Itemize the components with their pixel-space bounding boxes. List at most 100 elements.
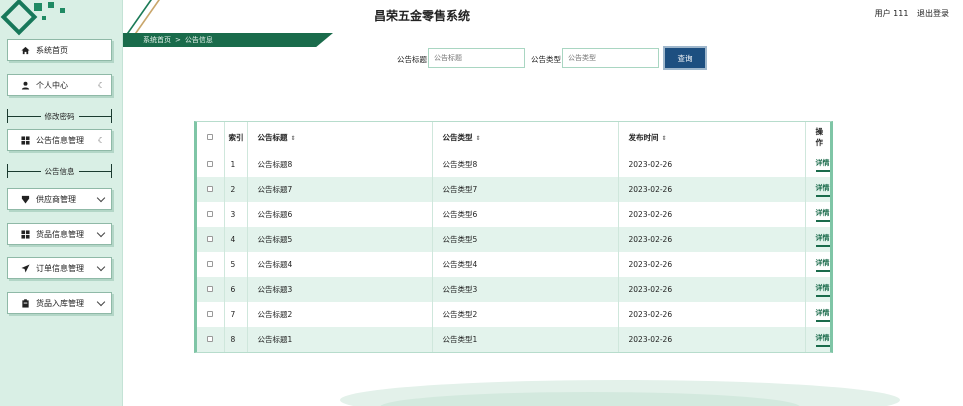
row-select[interactable]: [197, 152, 225, 177]
sidebar-subitem-label: 公告信息: [40, 165, 79, 177]
column-header-type[interactable]: 公告类型 ⇕: [432, 122, 619, 152]
sidebar-item-supplier[interactable]: 供应商管理: [7, 188, 112, 210]
cell-title: 公告标题4: [247, 252, 433, 277]
chevron-down-icon: [96, 262, 106, 272]
checkbox[interactable]: [207, 161, 213, 167]
search-title-input[interactable]: [428, 48, 525, 68]
table-row: 6 公告标题3 公告类型3 2023-02-26 详情: [197, 277, 830, 302]
sidebar-item-label: 系统首页: [36, 45, 68, 55]
detail-button[interactable]: 详情: [815, 208, 830, 222]
search-button[interactable]: 查询: [665, 48, 705, 68]
logout-link[interactable]: 退出登录: [917, 9, 949, 18]
cell-index: 1: [224, 152, 248, 177]
table-row: 7 公告标题2 公告类型2 2023-02-26 详情: [197, 302, 830, 327]
divider: [111, 109, 112, 123]
sidebar-item-profile[interactable]: 个人中心 ☾: [7, 74, 112, 96]
collapse-icon: ☾: [97, 81, 105, 90]
table-row: 8 公告标题1 公告类型1 2023-02-26 详情: [197, 327, 830, 352]
cell-type: 公告类型8: [432, 152, 619, 177]
checkbox[interactable]: [207, 261, 213, 267]
table-row: 5 公告标题4 公告类型4 2023-02-26 详情: [197, 252, 830, 277]
column-header-time-label: 发布时间: [628, 132, 659, 142]
cell-action: 详情: [805, 202, 830, 227]
detail-button[interactable]: 详情: [815, 233, 830, 247]
cell-type: 公告类型7: [432, 177, 619, 202]
detail-button[interactable]: 详情: [815, 308, 830, 322]
sidebar: 系统首页 个人中心 ☾ 修改密码 公告信息管理 ☾ 公告信息 供应商管理 货品信…: [0, 0, 123, 406]
sidebar-item-goods[interactable]: 货品信息管理: [7, 223, 112, 245]
divider: [111, 164, 112, 178]
cell-title: 公告标题3: [247, 277, 433, 302]
divider: [7, 164, 8, 178]
row-select[interactable]: [197, 327, 225, 352]
checkbox[interactable]: [207, 186, 213, 192]
cell-title: 公告标题5: [247, 227, 433, 252]
cell-time: 2023-02-26: [618, 252, 806, 277]
table-row: 2 公告标题7 公告类型7 2023-02-26 详情: [197, 177, 830, 202]
sidebar-item-stock-in[interactable]: 货品入库管理: [7, 292, 112, 314]
cell-index: 2: [224, 177, 248, 202]
sidebar-item-home[interactable]: 系统首页: [7, 39, 112, 61]
cell-index: 5: [224, 252, 248, 277]
select-all-checkbox[interactable]: [197, 122, 225, 152]
cell-title: 公告标题7: [247, 177, 433, 202]
table-row: 4 公告标题5 公告类型5 2023-02-26 详情: [197, 227, 830, 252]
breadcrumb-home[interactable]: 系统首页: [143, 35, 171, 45]
row-select[interactable]: [197, 302, 225, 327]
cell-title: 公告标题8: [247, 152, 433, 177]
decoration-square: [42, 16, 46, 20]
detail-button[interactable]: 详情: [815, 258, 830, 272]
sidebar-item-orders[interactable]: 订单信息管理: [7, 257, 112, 279]
checkbox[interactable]: [207, 236, 213, 242]
checkbox[interactable]: [207, 286, 213, 292]
row-select[interactable]: [197, 277, 225, 302]
search-type-label: 公告类型: [531, 55, 561, 64]
sidebar-subitem-change-password[interactable]: 修改密码: [7, 109, 112, 123]
detail-button[interactable]: 详情: [815, 158, 830, 172]
detail-button[interactable]: 详情: [815, 333, 830, 347]
cell-type: 公告类型2: [432, 302, 619, 327]
row-select[interactable]: [197, 202, 225, 227]
row-select[interactable]: [197, 177, 225, 202]
column-header-time[interactable]: 发布时间 ⇕: [618, 122, 806, 152]
sort-icon[interactable]: ⇕: [476, 135, 481, 142]
sidebar-item-label: 货品入库管理: [36, 298, 84, 308]
sidebar-item-label: 供应商管理: [36, 194, 76, 204]
row-select[interactable]: [197, 227, 225, 252]
sort-icon[interactable]: ⇕: [291, 135, 296, 142]
column-header-title[interactable]: 公告标题 ⇕: [247, 122, 433, 152]
column-header-title-label: 公告标题: [257, 132, 288, 142]
cell-action: 详情: [805, 177, 830, 202]
checkbox[interactable]: [207, 336, 213, 342]
search-type-input[interactable]: [562, 48, 659, 68]
cell-index: 4: [224, 227, 248, 252]
cell-time: 2023-02-26: [618, 152, 806, 177]
cell-type: 公告类型3: [432, 277, 619, 302]
cell-time: 2023-02-26: [618, 302, 806, 327]
sidebar-item-label: 个人中心: [36, 80, 68, 90]
cell-action: 详情: [805, 327, 830, 352]
checkbox[interactable]: [207, 133, 213, 140]
checkbox[interactable]: [207, 311, 213, 317]
sidebar-item-label: 订单信息管理: [36, 263, 84, 273]
row-select[interactable]: [197, 252, 225, 277]
notice-table: 索引 公告标题 ⇕ 公告类型 ⇕ 发布时间 ⇕ 操作 1 公告标题8 公告类型8 20…: [194, 121, 833, 353]
chevron-down-icon: [96, 228, 106, 238]
cell-time: 2023-02-26: [618, 277, 806, 302]
sidebar-item-notice-management[interactable]: 公告信息管理 ☾: [7, 129, 112, 151]
table-row: 1 公告标题8 公告类型8 2023-02-26 详情: [197, 152, 830, 177]
detail-button[interactable]: 详情: [815, 283, 830, 297]
detail-button[interactable]: 详情: [815, 183, 830, 197]
app-title: 昌荣五金零售系统: [374, 9, 471, 23]
cell-time: 2023-02-26: [618, 327, 806, 352]
chevron-down-icon: [96, 297, 106, 307]
search-title-label: 公告标题: [397, 55, 427, 64]
cell-action: 详情: [805, 152, 830, 177]
checkbox[interactable]: [207, 211, 213, 217]
logo-decoration: [0, 0, 38, 36]
cell-type: 公告类型6: [432, 202, 619, 227]
column-header-index: 索引: [224, 122, 248, 152]
sidebar-subitem-notice-info[interactable]: 公告信息: [7, 164, 112, 178]
grid-icon: [20, 135, 30, 145]
sort-icon[interactable]: ⇕: [662, 135, 667, 142]
